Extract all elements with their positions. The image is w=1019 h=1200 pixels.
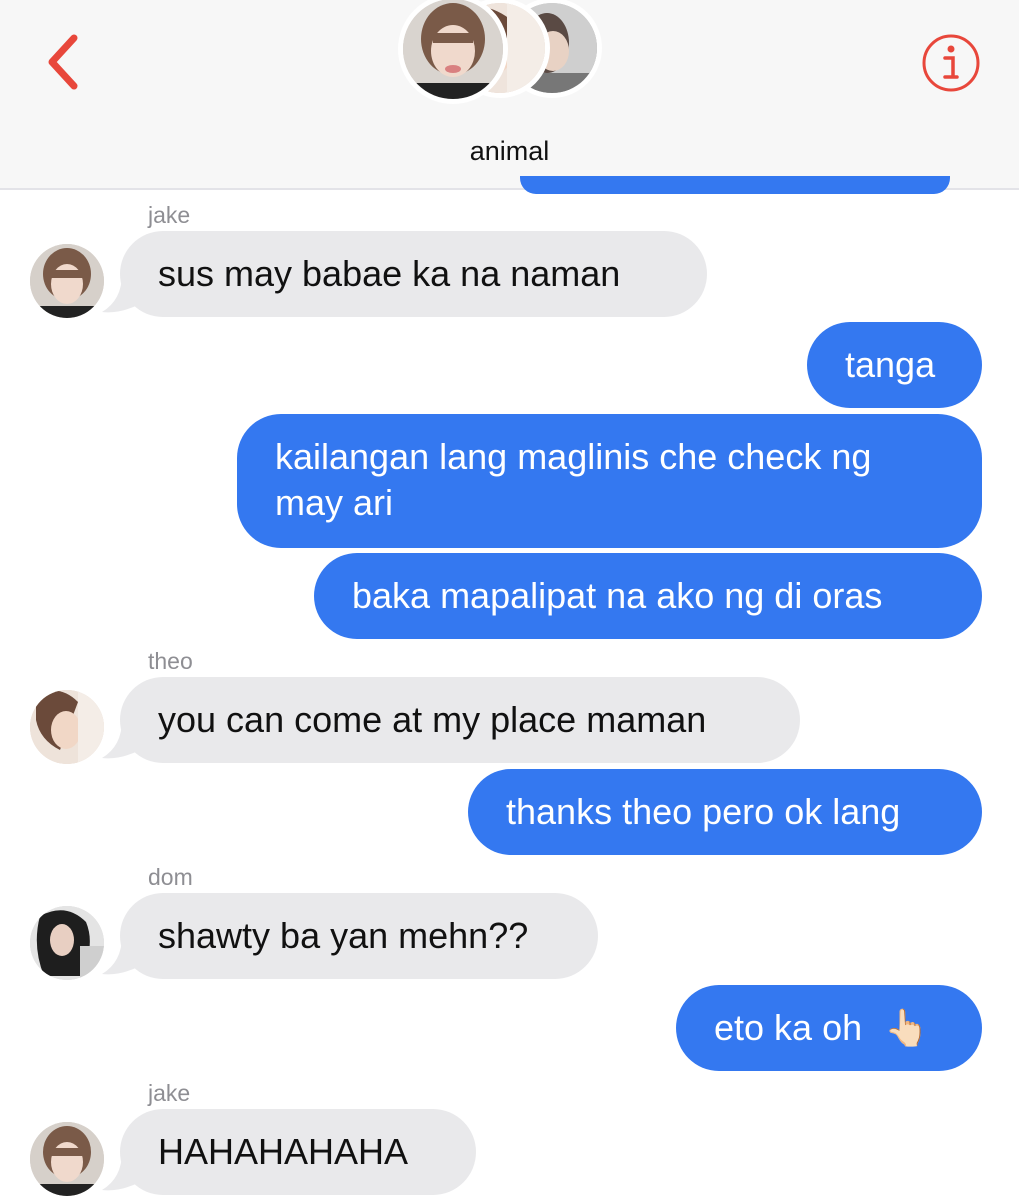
- group-avatar-stack[interactable]: [398, 0, 602, 104]
- info-button[interactable]: [920, 32, 982, 94]
- message-bubble[interactable]: kailangan lang maglinis che check ng may…: [237, 414, 982, 548]
- message-text-line: may ari: [275, 482, 394, 523]
- sender-name: dom: [148, 864, 193, 890]
- chevron-left-icon: [48, 34, 78, 90]
- message-text: eto ka oh: [714, 1007, 863, 1048]
- avatar[interactable]: [30, 244, 104, 318]
- avatar[interactable]: [30, 906, 104, 980]
- conversation-header: animal: [0, 0, 1019, 190]
- message-text-line: kailangan lang maglinis che check ng: [275, 436, 872, 477]
- message-bubble[interactable]: thanks theo pero ok lang: [468, 769, 982, 855]
- sender-name: theo: [148, 648, 193, 674]
- conversation-title: animal: [469, 136, 550, 166]
- back-button[interactable]: [40, 30, 90, 94]
- avatar[interactable]: [30, 1122, 104, 1196]
- message-bubble[interactable]: shawty ba yan mehn??: [120, 893, 598, 979]
- sender-name: jake: [148, 202, 191, 228]
- message-bubble[interactable]: sus may babae ka na naman: [120, 231, 707, 317]
- avatar[interactable]: [30, 690, 104, 764]
- sender-name: jake: [148, 1080, 191, 1106]
- message-bubble[interactable]: eto ka oh 👆🏻: [676, 985, 982, 1071]
- pointing-up-emoji-icon: 👆🏻: [884, 1008, 929, 1049]
- info-circle-icon: [922, 34, 980, 92]
- message-bubble[interactable]: tanga: [807, 322, 982, 408]
- message-bubble[interactable]: HAHAHAHAHA: [120, 1109, 476, 1195]
- message-bubble[interactable]: baka mapalipat na ako ng di oras: [314, 553, 982, 639]
- message-bubble[interactable]: you can come at my place maman: [120, 677, 800, 763]
- previous-message-bubble-edge: [520, 176, 950, 194]
